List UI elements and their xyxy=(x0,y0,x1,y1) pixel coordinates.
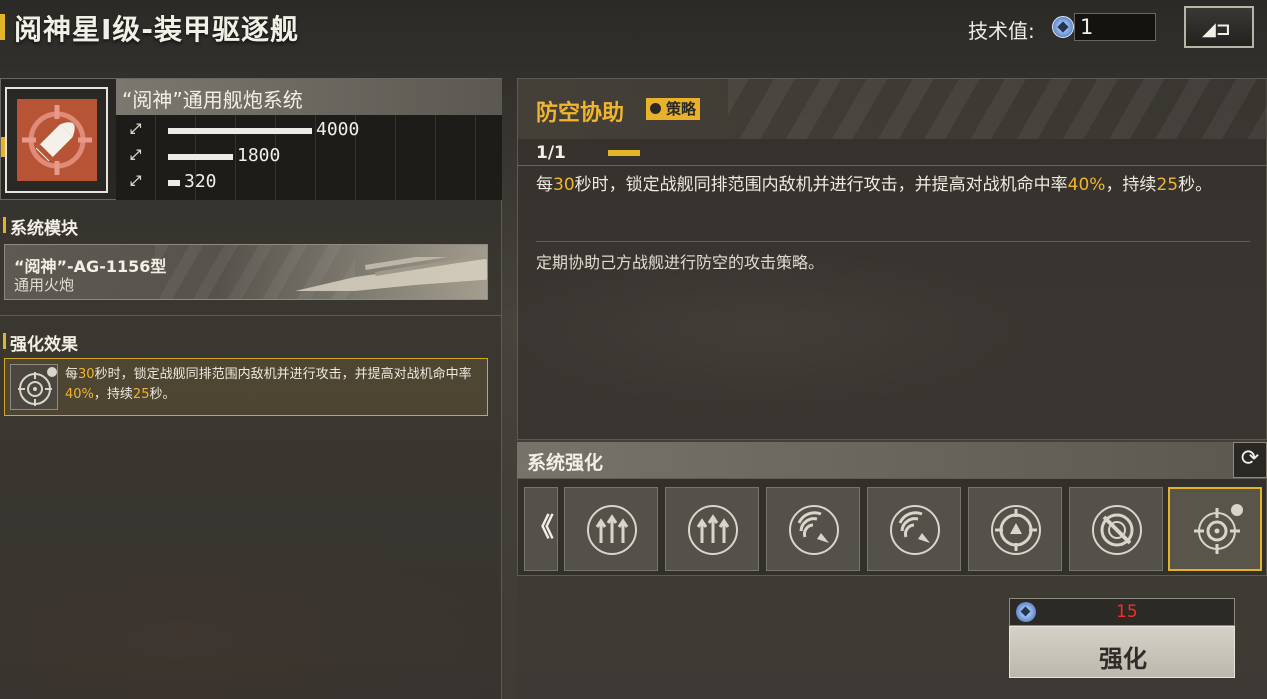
tech-point-icon xyxy=(1052,16,1074,38)
module-section-title: 系统模块 xyxy=(0,214,78,239)
skill-level-bar xyxy=(608,150,640,156)
system-enhancement-bar: 系统强化 xyxy=(517,442,1233,478)
weapon-summary: “阅神”通用舰炮系统 ⤢ 4000 ⤢ 1800 ⤢ 320 xyxy=(0,78,502,200)
enhancement-slot-4[interactable] xyxy=(867,487,961,571)
enhancement-slot-3[interactable] xyxy=(766,487,860,571)
enhancement-slot-7[interactable] xyxy=(1168,487,1262,571)
enhancement-slot-strip: 《 xyxy=(517,478,1267,576)
weapon-name: “阅神”通用舰炮系统 xyxy=(122,88,303,112)
crosshair-strategy-icon xyxy=(1194,504,1243,554)
weapon-icon-bg xyxy=(17,99,97,181)
stat-value-speed: 320 xyxy=(184,171,217,192)
header: 阅神星I级-装甲驱逐舰 技术值: 1 ◢⊐ xyxy=(0,0,1267,56)
crosshair-strategy-icon xyxy=(10,364,58,410)
enhance-button-label: 强化 xyxy=(1099,645,1147,673)
module-card[interactable]: “阅神”-AG-1156型 通用火炮 xyxy=(4,244,488,300)
speed-stat-icon: ⤢ xyxy=(130,173,142,189)
weapon-stats: ⤢ 4000 ⤢ 1800 ⤢ 320 xyxy=(116,115,502,200)
refresh-button[interactable]: ⟳ xyxy=(1233,442,1267,478)
title-accent xyxy=(0,14,5,40)
stat-row-range: ⤢ 1800 xyxy=(116,145,502,167)
tech-value-label: 技术值: xyxy=(968,19,1035,43)
radar-sweep-icon xyxy=(789,505,839,555)
target-slash-icon xyxy=(1092,505,1142,555)
skill-lore: 定期协助己方战舰进行防空的攻击策略。 xyxy=(536,253,825,272)
effect-section-title: 强化效果 xyxy=(0,330,78,355)
weapon-icon-frame[interactable] xyxy=(5,87,108,193)
skill-separator xyxy=(536,241,1250,242)
system-enhancement-title: 系统强化 xyxy=(527,452,604,474)
triple-arrow-up-icon xyxy=(587,505,637,555)
enhancement-effect-card: 每30秒时，锁定战舰同排范围内敌机并进行攻击，并提高对战机命中率40%，持续25… xyxy=(4,358,488,416)
back-button[interactable]: ◢⊐ xyxy=(1184,6,1254,48)
stat-bar-attack xyxy=(168,128,312,134)
stat-row-attack: ⤢ 4000 xyxy=(116,119,502,141)
skill-level: 1/1 xyxy=(536,143,566,163)
skill-level-divider xyxy=(518,165,1267,166)
skill-name: 防空协助 xyxy=(536,101,625,126)
refresh-icon: ⟳ xyxy=(1240,446,1260,471)
enhancement-slot-6[interactable] xyxy=(1069,487,1163,571)
module-type: 通用火炮 xyxy=(14,276,75,294)
enhancement-slot-5[interactable] xyxy=(968,487,1062,571)
enhancement-slot-2[interactable] xyxy=(665,487,759,571)
cannon-module-image xyxy=(295,257,487,291)
strategy-badge: 策略 xyxy=(646,98,701,120)
attack-stat-icon: ⤢ xyxy=(130,121,142,137)
skill-header: 防空协助 策略 xyxy=(518,79,1267,139)
stat-row-speed: ⤢ 320 xyxy=(116,171,502,193)
enhancement-slot-1[interactable] xyxy=(564,487,658,571)
page-title: 阅神星I级-装甲驱逐舰 xyxy=(14,13,300,46)
radar-sweep-icon xyxy=(890,505,940,555)
skill-description: 每30秒时，锁定战舰同排范围内敌机并进行攻击，并提高对战机命中率40%，持续25… xyxy=(536,175,1213,195)
left-panel: “阅神”通用舰炮系统 ⤢ 4000 ⤢ 1800 ⤢ 320 系统模块 “阅神”… xyxy=(0,78,502,699)
enhance-button[interactable]: 强化 xyxy=(1009,626,1235,678)
cannon-shell-icon xyxy=(22,105,92,175)
stat-bar-speed xyxy=(168,180,180,186)
enhance-cost: 15 xyxy=(1009,598,1235,626)
target-triangle-icon xyxy=(991,505,1041,555)
stat-bar-range xyxy=(168,154,233,160)
weapon-name-bar: “阅神”通用舰炮系统 xyxy=(116,79,502,115)
enhance-cost-value: 15 xyxy=(1116,602,1138,622)
tech-value: 1 xyxy=(1074,13,1156,41)
triple-arrow-up-icon xyxy=(688,505,738,555)
stat-value-attack: 4000 xyxy=(316,119,360,140)
tech-point-icon xyxy=(1016,602,1036,622)
back-icon: ◢⊐ xyxy=(1202,19,1231,40)
section-divider xyxy=(0,315,502,316)
skill-detail-panel: 防空协助 策略 1/1 每30秒时，锁定战舰同排范围内敌机并进行攻击，并提高对战… xyxy=(517,78,1267,440)
stat-value-range: 1800 xyxy=(237,145,281,166)
scroll-left-button[interactable]: 《 xyxy=(524,487,558,571)
skill-header-stripes xyxy=(728,79,1267,139)
range-stat-icon: ⤢ xyxy=(130,147,142,163)
enhancement-effect-text: 每30秒时，锁定战舰同排范围内敌机并进行攻击，并提高对战机命中率40%，持续25… xyxy=(65,367,472,402)
